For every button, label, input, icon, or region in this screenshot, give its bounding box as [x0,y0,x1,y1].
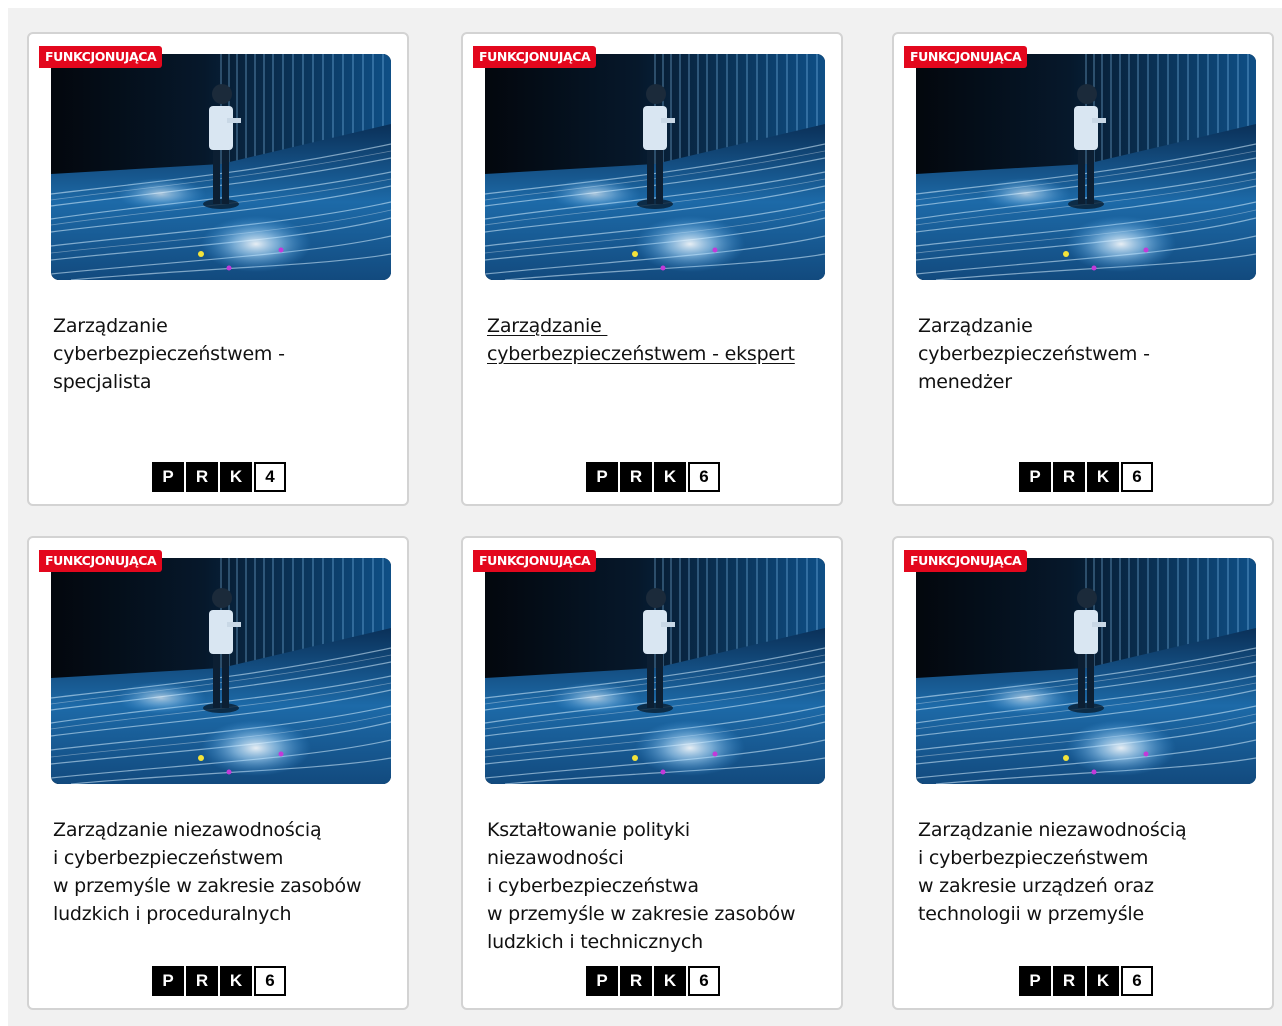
interactive-light-floor-photo [485,54,825,280]
prk-letter-r: R [620,462,652,492]
prk-level-number: 6 [688,966,720,996]
interactive-light-floor-photo [485,558,825,784]
prk-level-number: 6 [688,462,720,492]
course-grid: FUNKCJONUJĄCA Zarządzanie cyberbezpiecze… [8,8,1282,1026]
status-badge: FUNKCJONUJĄCA [904,550,1028,572]
interactive-light-floor-photo [51,54,391,280]
status-badge: FUNKCJONUJĄCA [39,550,163,572]
course-title[interactable]: Zarządzanie cyberbezpieczeństwem - ekspe… [487,312,827,368]
status-badge: FUNKCJONUJĄCA [473,550,597,572]
course-card[interactable]: FUNKCJONUJĄCA Zarządzanie cyberbezpiecze… [892,32,1274,506]
prk-letter-k: K [1087,462,1119,492]
prk-letter-r: R [186,966,218,996]
status-badge: FUNKCJONUJĄCA [39,46,163,68]
interactive-light-floor-photo [916,558,1256,784]
prk-letter-p: P [152,966,184,996]
course-title[interactable]: Zarządzanie niezawodnością i cyberbezpie… [918,816,1258,928]
status-badge: FUNKCJONUJĄCA [904,46,1028,68]
prk-letter-r: R [1053,966,1085,996]
prk-letter-p: P [586,966,618,996]
prk-level-number: 6 [1121,966,1153,996]
prk-letter-k: K [220,462,252,492]
prk-level-badge: P R K 6 [152,966,286,996]
course-image[interactable] [485,54,825,280]
prk-level-badge: P R K 6 [1019,966,1153,996]
course-image[interactable] [51,54,391,280]
prk-letter-p: P [1019,462,1051,492]
prk-letter-r: R [186,462,218,492]
course-title[interactable]: Zarządzanie cyberbezpieczeństwem - specj… [53,312,393,396]
prk-letter-k: K [1087,966,1119,996]
prk-level-badge: P R K 4 [152,462,286,492]
prk-level-badge: P R K 6 [1019,462,1153,492]
interactive-light-floor-photo [916,54,1256,280]
course-card[interactable]: FUNKCJONUJĄCA Kształtowanie polityki nie… [461,536,843,1010]
prk-letter-k: K [654,966,686,996]
course-card[interactable]: FUNKCJONUJĄCA Zarządzanie cyberbezpiecze… [461,32,843,506]
course-title[interactable]: Kształtowanie polityki niezawodności i c… [487,816,827,956]
prk-letter-k: K [654,462,686,492]
prk-level-number: 4 [254,462,286,492]
course-image[interactable] [485,558,825,784]
prk-level-badge: P R K 6 [586,462,720,492]
prk-letter-r: R [1053,462,1085,492]
course-image[interactable] [916,54,1256,280]
prk-level-number: 6 [1121,462,1153,492]
course-image[interactable] [51,558,391,784]
prk-letter-k: K [220,966,252,996]
prk-level-badge: P R K 6 [586,966,720,996]
prk-letter-p: P [152,462,184,492]
course-card[interactable]: FUNKCJONUJĄCA Zarządzanie niezawodnością… [892,536,1274,1010]
course-title[interactable]: Zarządzanie cyberbezpieczeństwem - mened… [918,312,1258,396]
course-card[interactable]: FUNKCJONUJĄCA Zarządzanie cyberbezpiecze… [27,32,409,506]
prk-letter-r: R [620,966,652,996]
prk-letter-p: P [586,462,618,492]
course-title[interactable]: Zarządzanie niezawodnością i cyberbezpie… [53,816,393,928]
interactive-light-floor-photo [51,558,391,784]
course-image[interactable] [916,558,1256,784]
prk-level-number: 6 [254,966,286,996]
status-badge: FUNKCJONUJĄCA [473,46,597,68]
prk-letter-p: P [1019,966,1051,996]
course-card[interactable]: FUNKCJONUJĄCA Zarządzanie niezawodnością… [27,536,409,1010]
